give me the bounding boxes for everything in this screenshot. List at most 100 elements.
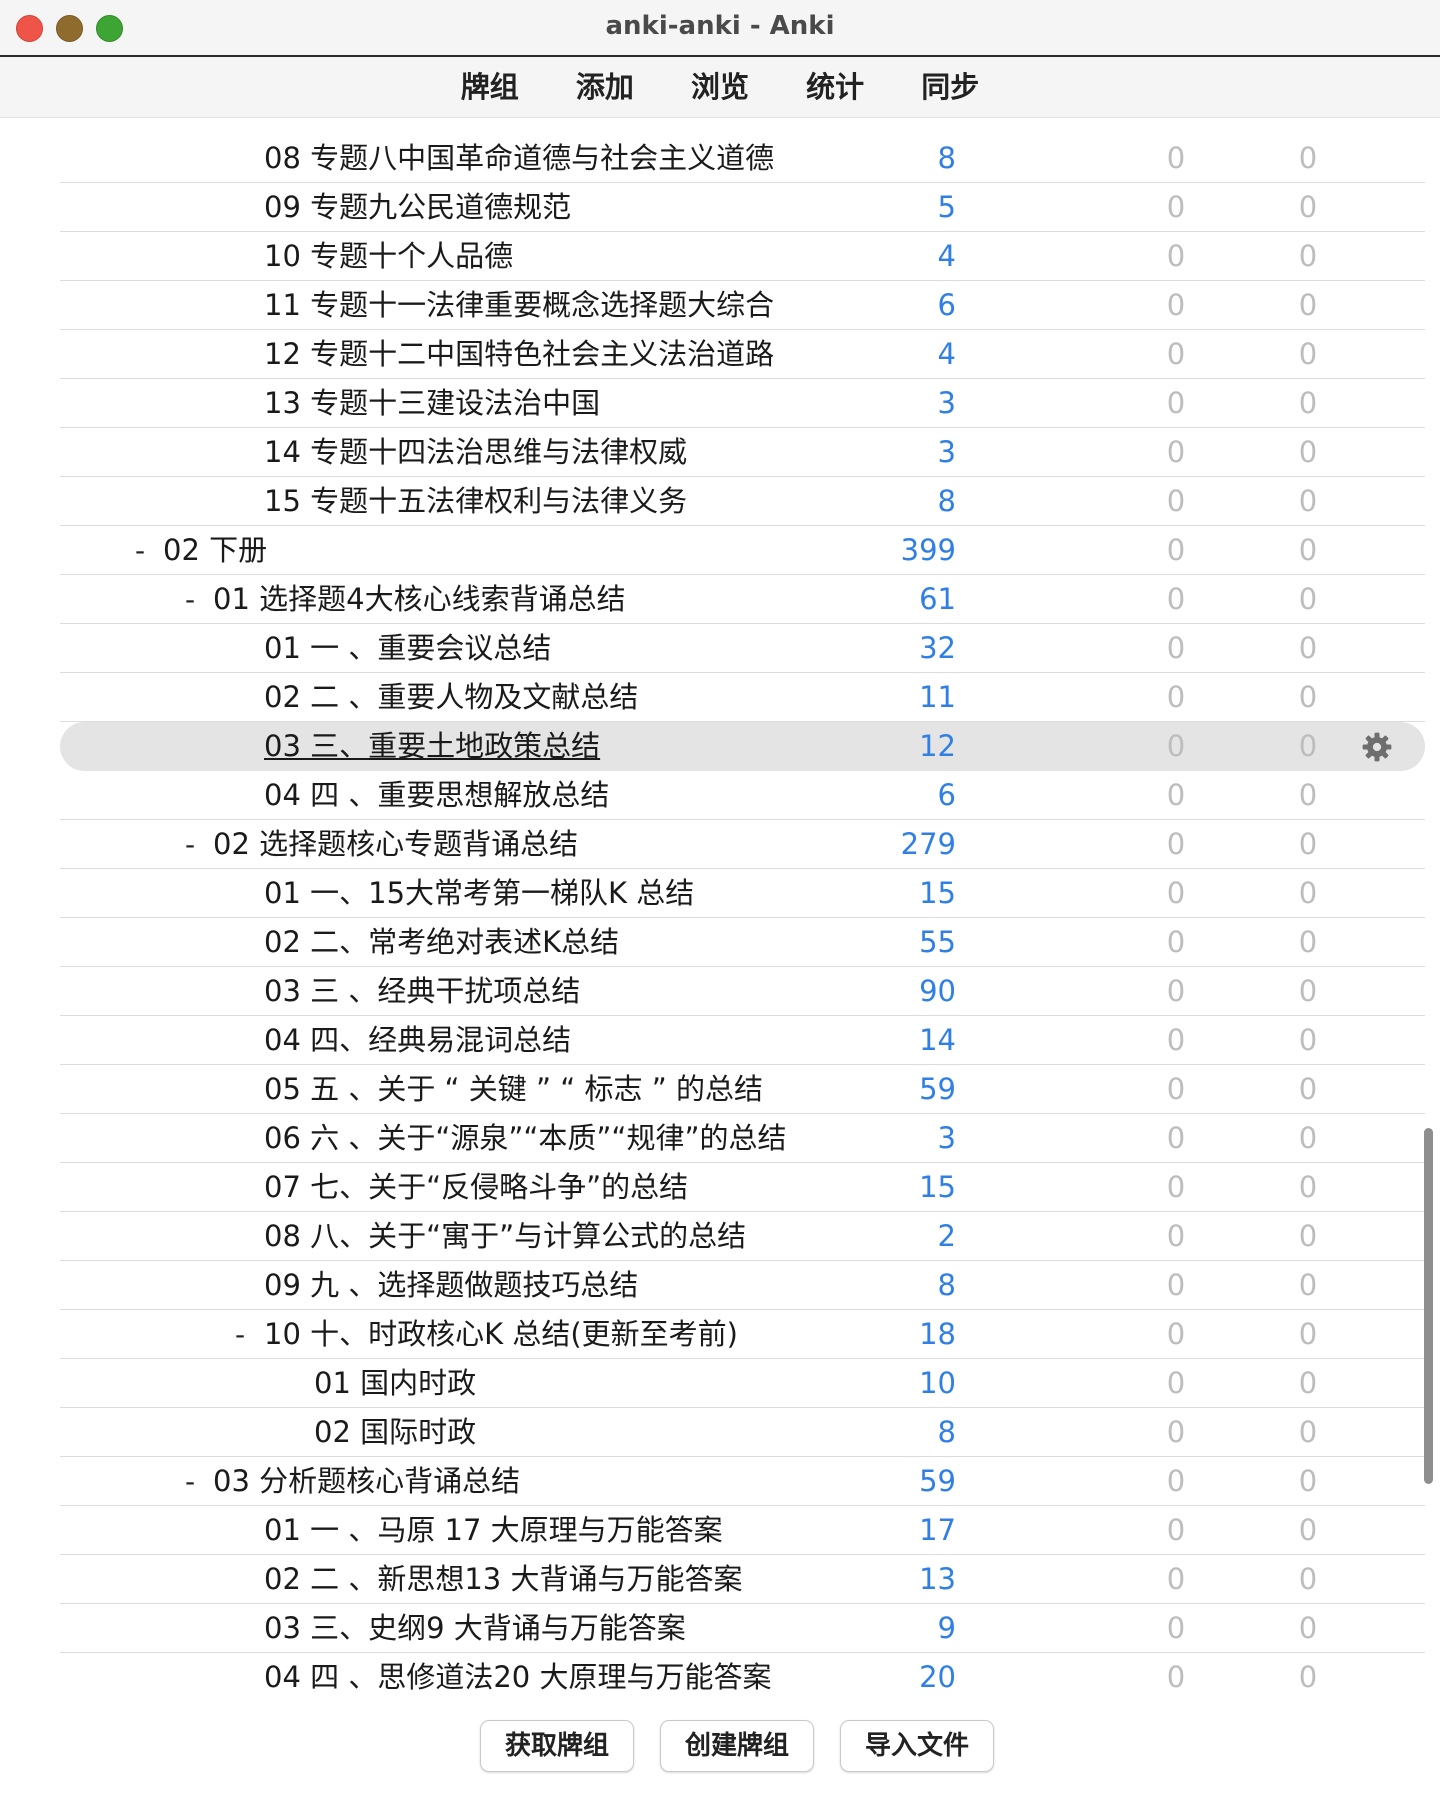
- deck-name[interactable]: 02 二 、新思想13 大背诵与万能答案: [264, 1555, 742, 1604]
- vertical-scrollbar[interactable]: [1424, 1128, 1433, 1484]
- due-count: 0: [1298, 1464, 1318, 1498]
- deck-name[interactable]: 07 七、关于“反侵略斗争”的总结: [264, 1163, 688, 1212]
- due-count: 0: [1298, 533, 1318, 567]
- deck-name[interactable]: 14 专题十四法治思维与法律权威: [264, 428, 687, 477]
- new-count: 15: [919, 876, 956, 910]
- deck-row[interactable]: 02 二 、新思想13 大背诵与万能答案 13 0 0: [60, 1555, 1425, 1604]
- deck-row[interactable]: 04 四、经典易混词总结 14 0 0: [60, 1016, 1425, 1065]
- deck-name[interactable]: 10 十、时政核心K 总结(更新至考前): [264, 1310, 738, 1359]
- deck-row[interactable]: 15 专题十五法律权利与法律义务 8 0 0: [60, 477, 1425, 526]
- toolbar-sync[interactable]: 同步: [921, 57, 979, 117]
- deck-row[interactable]: 09 九 、选择题做题技巧总结 8 0 0: [60, 1261, 1425, 1310]
- deck-name[interactable]: 09 专题九公民道德规范: [264, 183, 571, 232]
- deck-name[interactable]: 06 六 、关于“源泉”“本质”“规律”的总结: [264, 1114, 786, 1163]
- deck-name[interactable]: 11 专题十一法律重要概念选择题大综合: [264, 281, 774, 330]
- deck-row[interactable]: 03 三、史纲9 大背诵与万能答案 9 0 0: [60, 1604, 1425, 1653]
- due-count: 0: [1298, 974, 1318, 1008]
- deck-name[interactable]: 12 专题十二中国特色社会主义法治道路: [264, 330, 774, 379]
- collapse-toggle[interactable]: -: [180, 820, 200, 869]
- deck-row[interactable]: -01 选择题4大核心线索背诵总结 61 0 0: [60, 575, 1425, 624]
- deck-row[interactable]: -02 选择题核心专题背诵总结 279 0 0: [60, 820, 1425, 869]
- deck-name[interactable]: 01 选择题4大核心线索背诵总结: [213, 575, 626, 624]
- deck-row[interactable]: 01 国内时政 10 0 0: [60, 1359, 1425, 1408]
- deck-name[interactable]: 01 一、15大常考第一梯队K 总结: [264, 869, 694, 918]
- toolbar-browse[interactable]: 浏览: [691, 57, 749, 117]
- deck-name[interactable]: 02 下册: [163, 526, 267, 575]
- new-count: 399: [900, 533, 956, 567]
- deck-row[interactable]: 13 专题十三建设法治中国 3 0 0: [60, 379, 1425, 428]
- deck-name[interactable]: 01 一 、马原 17 大原理与万能答案: [264, 1506, 723, 1555]
- deck-row[interactable]: 12 专题十二中国特色社会主义法治道路 4 0 0: [60, 330, 1425, 379]
- deck-row[interactable]: 14 专题十四法治思维与法律权威 3 0 0: [60, 428, 1425, 477]
- collapse-toggle[interactable]: -: [230, 1310, 250, 1359]
- deck-name[interactable]: 04 四 、思修道法20 大原理与万能答案: [264, 1653, 771, 1698]
- learn-count: 0: [1166, 1317, 1186, 1351]
- deck-name[interactable]: 03 三 、经典干扰项总结: [264, 967, 580, 1016]
- deck-name[interactable]: 01 国内时政: [314, 1359, 476, 1408]
- deck-name[interactable]: 08 八、关于“寓于”与计算公式的总结: [264, 1212, 746, 1261]
- new-count: 3: [937, 386, 956, 420]
- deck-name[interactable]: 02 国际时政: [314, 1408, 476, 1457]
- deck-name[interactable]: 02 选择题核心专题背诵总结: [213, 820, 578, 869]
- deck-row[interactable]: 11 专题十一法律重要概念选择题大综合 6 0 0: [60, 281, 1425, 330]
- learn-count: 0: [1166, 484, 1186, 518]
- deck-row[interactable]: 10 专题十个人品德 4 0 0: [60, 232, 1425, 281]
- deck-row[interactable]: 01 一 、马原 17 大原理与万能答案 17 0 0: [60, 1506, 1425, 1555]
- collapse-toggle[interactable]: -: [180, 1457, 200, 1506]
- deck-row[interactable]: 02 二、常考绝对表述K总结 55 0 0: [60, 918, 1425, 967]
- new-count: 10: [919, 1366, 956, 1400]
- learn-count: 0: [1166, 1072, 1186, 1106]
- deck-row[interactable]: -03 分析题核心背诵总结 59 0 0: [60, 1457, 1425, 1506]
- deck-row[interactable]: 04 四 、思修道法20 大原理与万能答案 20 0 0: [60, 1653, 1425, 1698]
- gear-icon[interactable]: [1362, 732, 1392, 762]
- new-count: 8: [937, 141, 956, 175]
- toolbar-add[interactable]: 添加: [576, 57, 634, 117]
- deck-row[interactable]: 02 国际时政 8 0 0: [60, 1408, 1425, 1457]
- deck-name[interactable]: 08 专题八中国革命道德与社会主义道德: [264, 134, 774, 183]
- new-count: 11: [919, 680, 956, 714]
- deck-row[interactable]: 01 一 、重要会议总结 32 0 0: [60, 624, 1425, 673]
- deck-name[interactable]: 04 四、经典易混词总结: [264, 1016, 571, 1065]
- deck-name[interactable]: 13 专题十三建设法治中国: [264, 379, 600, 428]
- deck-name[interactable]: 03 三、重要土地政策总结: [264, 722, 600, 771]
- get-shared-decks-button[interactable]: 获取牌组: [480, 1720, 634, 1772]
- deck-name[interactable]: 01 一 、重要会议总结: [264, 624, 551, 673]
- new-count: 3: [937, 435, 956, 469]
- new-count: 18: [919, 1317, 956, 1351]
- deck-row[interactable]: 08 八、关于“寓于”与计算公式的总结 2 0 0: [60, 1212, 1425, 1261]
- deck-name[interactable]: 03 三、史纲9 大背诵与万能答案: [264, 1604, 686, 1653]
- new-count: 5: [937, 190, 956, 224]
- deck-row[interactable]: 04 四 、重要思想解放总结 6 0 0: [60, 771, 1425, 820]
- create-deck-button[interactable]: 创建牌组: [660, 1720, 814, 1772]
- deck-name[interactable]: 02 二 、重要人物及文献总结: [264, 673, 638, 722]
- collapse-toggle[interactable]: -: [130, 526, 150, 575]
- collapse-toggle[interactable]: -: [180, 575, 200, 624]
- toolbar-decks[interactable]: 牌组: [461, 57, 519, 117]
- deck-row[interactable]: 03 三 、经典干扰项总结 90 0 0: [60, 967, 1425, 1016]
- deck-name[interactable]: 05 五 、关于 “ 关键 ” “ 标志 ” 的总结: [264, 1065, 763, 1114]
- deck-row[interactable]: -02 下册 399 0 0: [60, 526, 1425, 575]
- title-bar: anki-anki - Anki: [0, 0, 1440, 57]
- learn-count: 0: [1166, 1415, 1186, 1449]
- deck-row[interactable]: 03 三、重要土地政策总结 12 0 0: [60, 722, 1425, 771]
- new-count: 14: [919, 1023, 956, 1057]
- window-title: anki-anki - Anki: [605, 11, 835, 41]
- deck-row[interactable]: 02 二 、重要人物及文献总结 11 0 0: [60, 673, 1425, 722]
- new-count: 8: [937, 1268, 956, 1302]
- deck-row[interactable]: 07 七、关于“反侵略斗争”的总结 15 0 0: [60, 1163, 1425, 1212]
- deck-name[interactable]: 15 专题十五法律权利与法律义务: [264, 477, 687, 526]
- deck-name[interactable]: 02 二、常考绝对表述K总结: [264, 918, 619, 967]
- deck-name[interactable]: 09 九 、选择题做题技巧总结: [264, 1261, 638, 1310]
- deck-row[interactable]: 08 专题八中国革命道德与社会主义道德 8 0 0: [60, 134, 1425, 183]
- deck-name[interactable]: 04 四 、重要思想解放总结: [264, 771, 609, 820]
- deck-row[interactable]: 09 专题九公民道德规范 5 0 0: [60, 183, 1425, 232]
- deck-row[interactable]: 05 五 、关于 “ 关键 ” “ 标志 ” 的总结 59 0 0: [60, 1065, 1425, 1114]
- new-count: 6: [937, 288, 956, 322]
- deck-name[interactable]: 03 分析题核心背诵总结: [213, 1457, 520, 1506]
- import-file-button[interactable]: 导入文件: [840, 1720, 994, 1772]
- toolbar-stats[interactable]: 统计: [806, 57, 864, 117]
- deck-name[interactable]: 10 专题十个人品德: [264, 232, 513, 281]
- deck-row[interactable]: -10 十、时政核心K 总结(更新至考前) 18 0 0: [60, 1310, 1425, 1359]
- deck-row[interactable]: 06 六 、关于“源泉”“本质”“规律”的总结 3 0 0: [60, 1114, 1425, 1163]
- deck-row[interactable]: 01 一、15大常考第一梯队K 总结 15 0 0: [60, 869, 1425, 918]
